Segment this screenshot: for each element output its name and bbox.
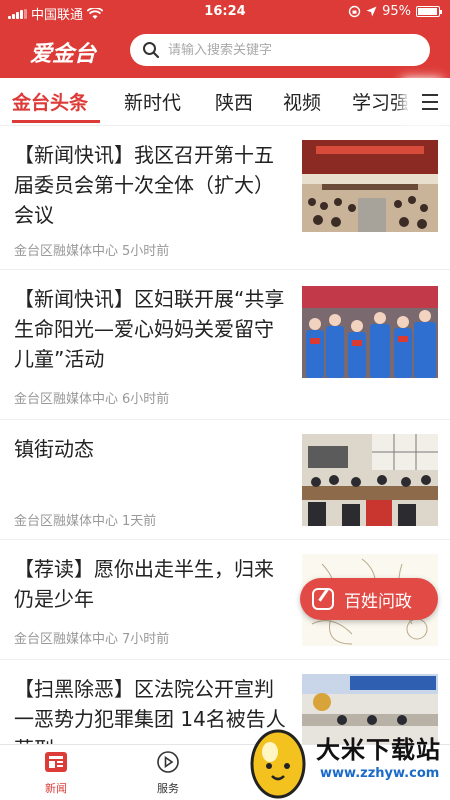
bottom-nav-news[interactable]: 新闻 [26,751,86,796]
news-meta: 金台区融媒体中心 6小时前 [14,388,169,407]
news-source: 金台区融媒体中心 [14,632,119,647]
news-time: 1天前 [122,514,157,529]
tab-menu-icon[interactable] [410,78,450,125]
public-inquiry-button[interactable]: 百姓问政 [300,578,438,620]
tab-new-era[interactable]: 新时代 [124,88,181,115]
news-meta: 金台区融媒体中心 1天前 [14,510,156,529]
rotation-lock-icon [348,5,361,18]
egg-mascot-logo [250,729,306,799]
news-icon [45,752,67,772]
watermark-url: www.zzhyw.com [320,766,440,781]
tab-video[interactable]: 视频 [283,88,321,115]
tab-shaanxi[interactable]: 陕西 [215,88,253,115]
tab-headlines[interactable]: 金台头条 [12,88,88,115]
battery-icon [416,6,442,17]
status-right: 95% [348,4,442,19]
tab-study[interactable]: 学习强 [352,88,409,115]
app-logo: 爱金台 [30,41,97,67]
status-bar: 中国联通 16:24 95% [0,0,450,24]
news-meta: 金台区融媒体中心 7小时前 [14,628,169,647]
news-title[interactable]: 【荐读】愿你出走半生，归来仍是少年 [14,554,292,614]
edit-icon [312,588,334,610]
app-header: 爱金台 [0,24,450,78]
news-meta: 金台区融媒体中心 5小时前 [14,240,169,259]
bottom-nav-services[interactable]: 服务 [138,751,198,796]
news-title[interactable]: 【新闻快讯】区妇联开展“共享生命阳光—爱心妈妈关爱留守儿童”活动 [14,284,292,374]
news-source: 金台区融媒体中心 [14,244,119,259]
search-icon [143,42,160,59]
location-icon [366,6,377,17]
news-item[interactable]: 【新闻快讯】区妇联开展“共享生命阳光—爱心妈妈关爱留守儿童”活动 金台区融媒体中… [0,270,450,420]
play-circle-icon [157,751,179,773]
channel-tabs: 金台头条 新时代 陕西 视频 学习强 [0,78,450,126]
search-input[interactable] [168,42,408,58]
news-item[interactable]: 【新闻快讯】我区召开第十五届委员会第十次全体（扩大）会议 金台区融媒体中心 5小时… [0,126,450,270]
news-source: 金台区融媒体中心 [14,514,119,529]
search-bar[interactable] [130,34,430,66]
site-watermark: 大米下载站 www.zzhyw.com [238,718,450,800]
news-time: 7小时前 [122,632,170,647]
news-title[interactable]: 镇街动态 [14,434,292,464]
public-inquiry-label: 百姓问政 [344,591,412,612]
news-thumbnail[interactable] [302,434,438,526]
battery-percent: 95% [382,4,411,19]
news-thumbnail[interactable] [302,286,438,378]
active-tab-indicator [12,120,100,123]
battery-level [418,8,437,15]
news-source: 金台区融媒体中心 [14,392,119,407]
watermark-title: 大米下载站 [316,736,441,764]
bottom-nav-services-label: 服务 [157,782,179,795]
bottom-nav-news-label: 新闻 [45,782,67,795]
news-title[interactable]: 【新闻快讯】我区召开第十五届委员会第十次全体（扩大）会议 [14,140,292,230]
news-time: 6小时前 [122,392,170,407]
news-time: 5小时前 [122,244,170,259]
news-thumbnail[interactable] [302,140,438,232]
news-item[interactable]: 镇街动态 金台区融媒体中心 1天前 [0,420,450,540]
